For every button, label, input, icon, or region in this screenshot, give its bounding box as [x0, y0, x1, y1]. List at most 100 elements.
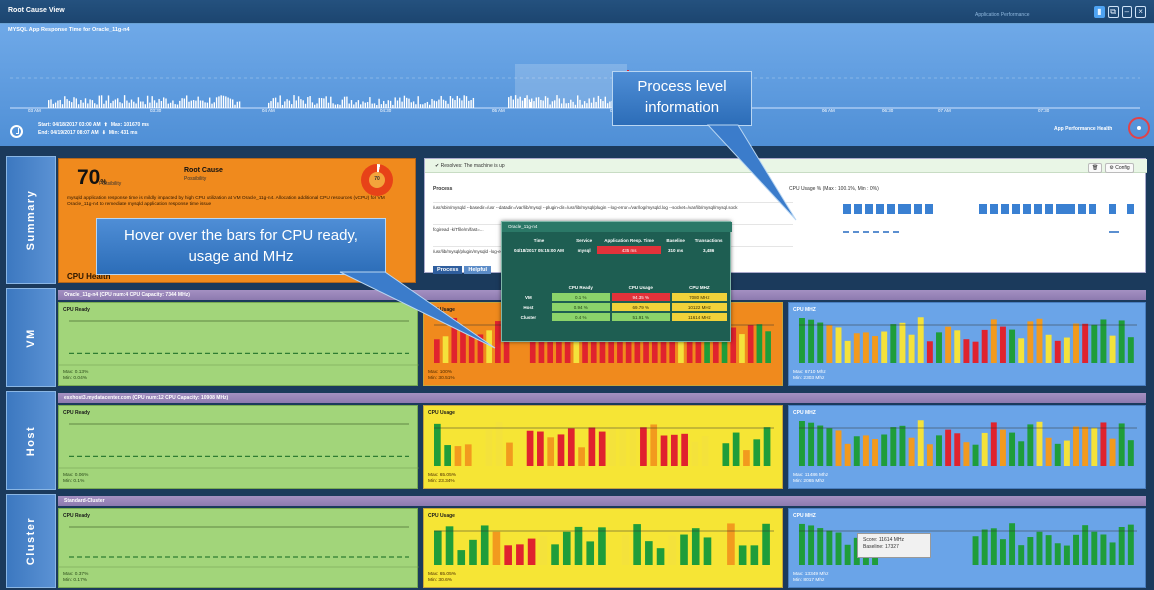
cpu-bar [799, 523, 805, 565]
process-cpu-bar [979, 204, 987, 214]
cpu-bar [743, 450, 750, 466]
arrow-up-icon: ⬆ [103, 122, 108, 128]
panel-title: CPU MHZ [793, 513, 816, 519]
timeline-bar [202, 100, 204, 108]
cpu-bar [1018, 338, 1025, 363]
cpu-bar [574, 526, 583, 565]
cpu-bar [954, 433, 961, 466]
cpu-bar [972, 341, 979, 363]
timeline-bar [431, 98, 433, 108]
timeline-bar [323, 98, 325, 108]
config-button[interactable]: ⚙ Config [1105, 163, 1134, 173]
process-cpu-bar [863, 231, 869, 233]
cpu-bar [981, 529, 988, 565]
cluster-cpu-mhz-panel[interactable]: CPU MHZ Max: 13349 Mhz Min: 8017 Mhz [788, 508, 1146, 588]
timeline-title: MYSQL App Response Time for Oracle_11g-n… [8, 27, 130, 33]
cpu-bar [954, 330, 961, 363]
cpu-bar [1100, 319, 1107, 363]
vm-cpu-mhz-panel[interactable]: CPU MHZ Max: 6710 Mhz Min: 2303 Mhz [788, 302, 1146, 386]
cpu-bar [972, 444, 979, 466]
process-cpu-bar [854, 204, 862, 214]
cpu-bar [1036, 318, 1043, 363]
hover-score: Score: 11614 MHz [863, 537, 905, 543]
cpu-bar [704, 342, 710, 363]
timeline-bar [199, 100, 202, 108]
timeline-bar [270, 101, 272, 108]
process-cpu-bar [914, 204, 922, 214]
view-toggle-button[interactable]: ▮ [1094, 6, 1105, 18]
timeline-bar [98, 95, 100, 108]
timeline-bar [302, 100, 304, 108]
timeline-chart[interactable] [10, 64, 1140, 112]
cpu-bar [1118, 320, 1125, 363]
timeline-bar [117, 98, 119, 108]
timeline-bar [297, 96, 300, 108]
cluster-cpu-usage-panel[interactable]: CPU Usage Max: 65.05% Min: 30.6% [423, 508, 783, 588]
app-health-indicator[interactable] [1128, 117, 1150, 139]
cpu-bar [551, 544, 559, 565]
cpu-bar [747, 324, 754, 363]
cpu-bar [727, 523, 735, 565]
cpu-bar [1045, 437, 1052, 466]
process-cpu-bar [1109, 204, 1116, 214]
timeline-bar [389, 100, 392, 108]
cpu-bar [1100, 422, 1107, 466]
process-cpu-bar [1067, 204, 1075, 214]
timeline-bar [123, 95, 126, 108]
section-host: Host [6, 391, 56, 490]
timeline-bar [295, 100, 297, 108]
timeline-bar [229, 98, 232, 108]
popout-button[interactable]: ⧉ [1107, 6, 1119, 18]
timeline-bar [461, 100, 463, 108]
timeline-bar [383, 100, 385, 108]
bar-hover-tooltip: Score: 11614 MHz Baseline: 17327 [857, 533, 931, 558]
cpu-bar [936, 435, 942, 466]
score-caption: Possibility [99, 181, 122, 187]
cpu-bar [621, 534, 630, 565]
time-label: 07:30 [1038, 108, 1050, 113]
section-vm: VM [6, 288, 56, 387]
process-cpu-bar [1034, 204, 1042, 214]
host-cpu-ready-panel[interactable]: CPU Ready Max: 0.06% Min: 0.1% [58, 405, 419, 489]
window-title: Root Cause View [8, 7, 65, 14]
timeline-bar [227, 97, 229, 108]
min-value: Min: 0.04% [63, 376, 87, 381]
callout-pointer [339, 271, 496, 349]
cpu-bar [817, 425, 824, 466]
timeline-bar [440, 95, 442, 108]
cpu-bar [656, 548, 665, 565]
cpu-bar [480, 525, 489, 565]
cluster-cpu-ready-panel[interactable]: CPU Ready Max: 0.37% Min: 0.17% [58, 508, 419, 588]
close-button[interactable]: × [1135, 6, 1146, 18]
cpu-bar [538, 340, 545, 363]
time-label: 06 AM [822, 108, 835, 113]
cpu-bar [1027, 424, 1034, 466]
timeline-bar [192, 100, 195, 108]
timeline-bar [408, 98, 410, 108]
host-cpu-usage-panel[interactable]: CPU Usage Max: 65.05% Min: 23.34% [423, 405, 783, 489]
minimize-button[interactable]: – [1121, 6, 1133, 18]
process-cpu-bars[interactable] [809, 199, 1139, 259]
cpu-bar [844, 443, 851, 466]
timeline-bar [225, 96, 227, 108]
cpu-bar [691, 441, 699, 466]
timeline-bar [449, 96, 452, 108]
cpu-bar [454, 446, 462, 466]
cpu-bar [872, 336, 879, 363]
panel-title: CPU Ready [63, 410, 90, 416]
cpu-bar [680, 534, 688, 565]
cpu-bar [808, 319, 815, 363]
tooltip-title: Oracle_11g-n4 [502, 222, 732, 232]
cpu-bar [738, 545, 747, 565]
cpu-bar [945, 326, 952, 363]
timeline-bar [330, 96, 332, 108]
timeline-axis: 03 AM 03:30 04 AM 04:30 05 AM 05:30 06 A… [10, 108, 1140, 116]
trash-button[interactable]: 🗑 [1088, 163, 1103, 173]
host-cpu-mhz-panel[interactable]: CPU MHZ Max: 11486 Mhz Min: 2065 Mhz [788, 405, 1146, 489]
cpu-bar [645, 541, 653, 565]
timeline-bar [151, 96, 153, 108]
cpu-bar [999, 539, 1006, 565]
timeline-bar [209, 97, 211, 108]
timeline-bar [59, 99, 61, 108]
min-value: Min: 30.51% [428, 376, 455, 381]
